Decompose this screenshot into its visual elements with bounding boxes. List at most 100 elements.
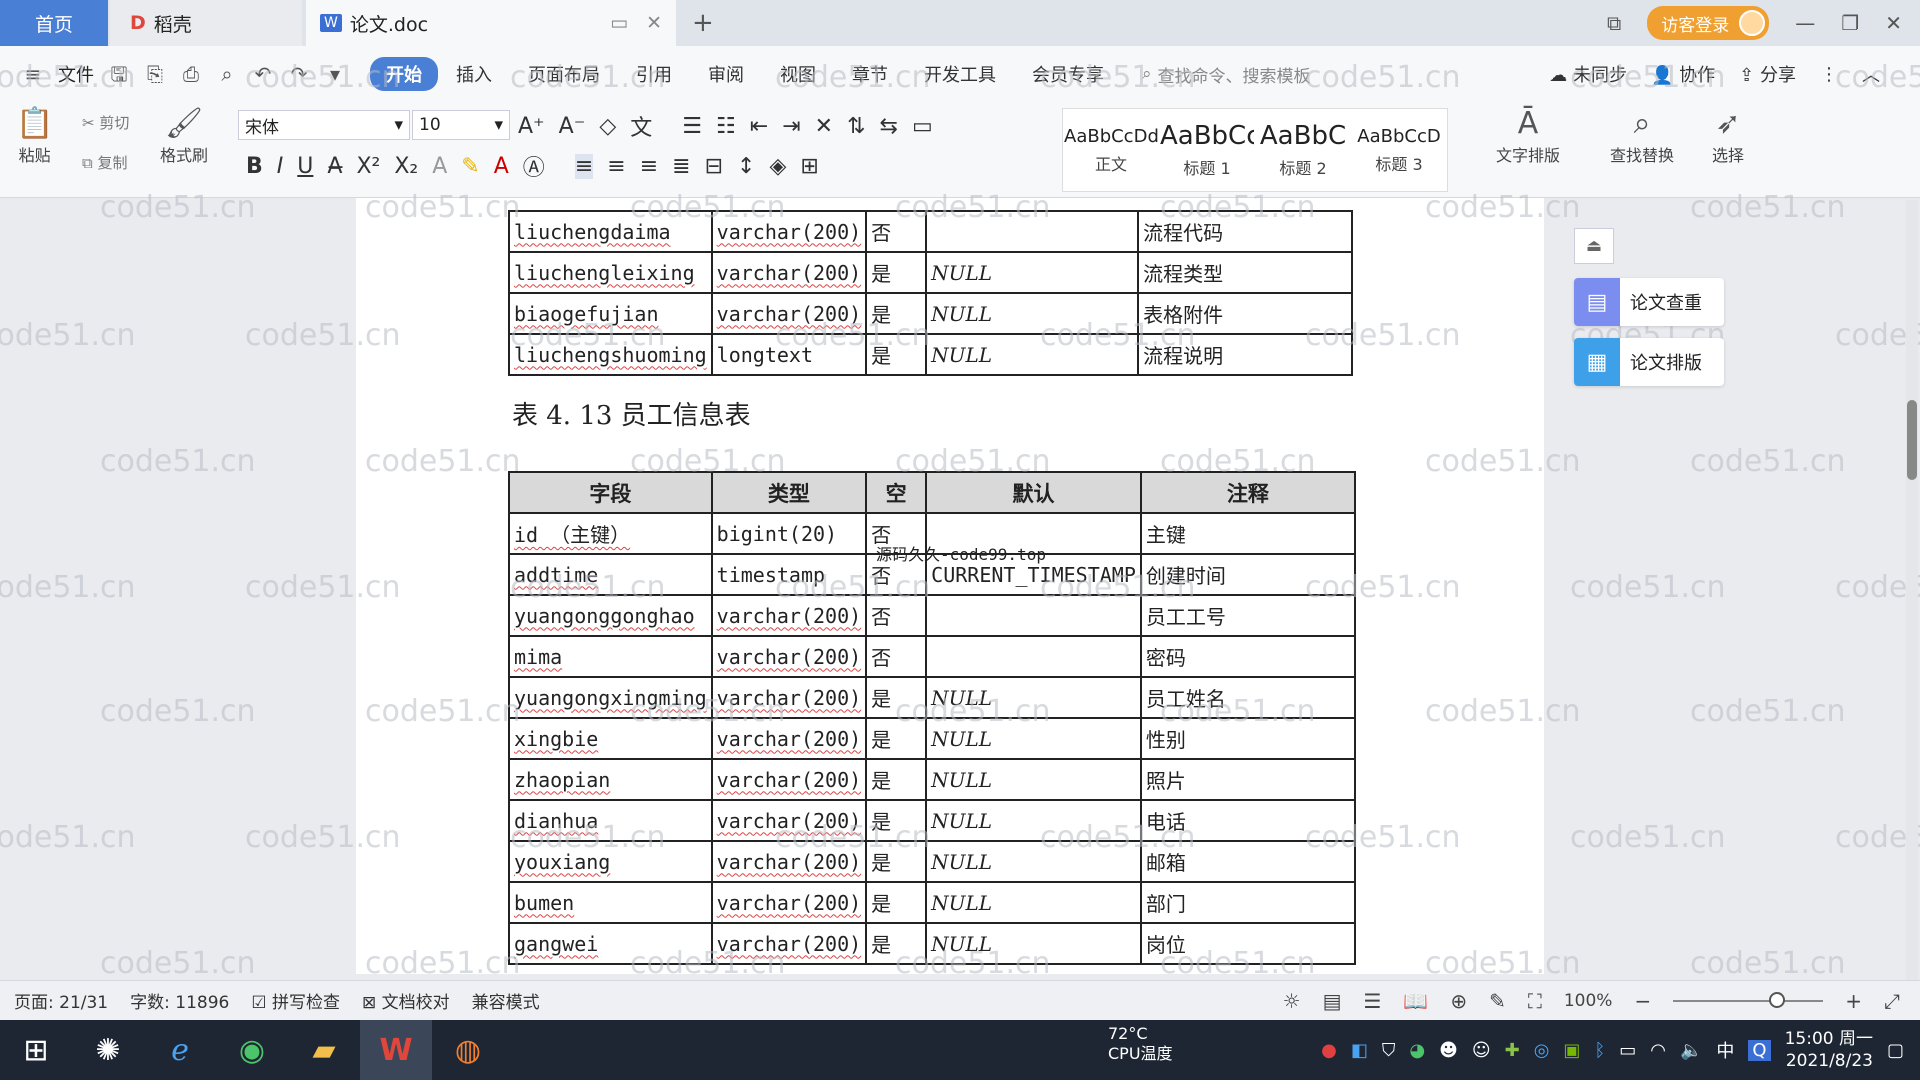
tray-antivirus-icon[interactable]: ● — [1321, 1040, 1337, 1061]
share-button[interactable]: ⇪ 分享 — [1739, 61, 1796, 87]
cell-field[interactable]: liuchengdaima — [508, 210, 713, 253]
cell-type[interactable]: varchar(200) — [710, 717, 868, 760]
shrink-font-icon[interactable]: A⁻ — [559, 114, 586, 139]
find-replace-button[interactable]: ⌕ 查找替换 — [1610, 106, 1674, 166]
strikethrough-icon[interactable]: A̶ — [327, 154, 342, 179]
cell-default[interactable]: NULL — [925, 333, 1140, 376]
cell-type[interactable]: varchar(200) — [710, 922, 868, 965]
chinese-layout-icon[interactable]: ✕ — [815, 114, 833, 139]
volume-icon[interactable]: 🔈 — [1680, 1040, 1702, 1061]
style-heading-2[interactable]: AaBbC 标题 2 — [1255, 109, 1351, 191]
ime-indicator[interactable]: 中 — [1716, 1037, 1734, 1063]
cell-comment[interactable]: 创建时间 — [1139, 553, 1356, 596]
cell-comment[interactable]: 主键 — [1139, 512, 1356, 555]
cell-null[interactable]: 是 — [865, 292, 928, 335]
pinwheel-app-icon[interactable]: ✺ — [72, 1020, 144, 1080]
align-left-icon[interactable]: ≡ — [574, 153, 594, 179]
cell-field[interactable]: youxiang — [508, 840, 713, 883]
cell-type[interactable]: varchar(200) — [710, 210, 868, 253]
bullet-list-icon[interactable]: ☰ — [682, 114, 702, 139]
zoom-slider[interactable] — [1673, 991, 1824, 1008]
cell-default[interactable]: NULL — [925, 922, 1142, 965]
cell-null[interactable]: 是 — [865, 922, 928, 965]
tab-view[interactable]: 视图 — [762, 57, 834, 91]
font-color-icon[interactable]: A — [494, 154, 509, 179]
visitor-login-button[interactable]: 访客登录 — [1647, 6, 1770, 40]
tray-settings-icon[interactable]: ◎ — [1534, 1040, 1550, 1061]
ie-browser-icon[interactable]: ℯ — [144, 1020, 216, 1080]
redo-icon[interactable]: ↷ — [288, 63, 310, 85]
paper-layout-button[interactable]: ▦ 论文排版 — [1574, 338, 1724, 386]
print-icon[interactable]: ⎙ — [180, 63, 202, 85]
cell-field[interactable]: biaogefujian — [508, 292, 713, 335]
style-normal[interactable]: AaBbCcDd 正文 — [1063, 109, 1159, 191]
collab-button[interactable]: 👤 协作 — [1651, 61, 1715, 87]
360-browser-icon[interactable]: ◉ — [216, 1020, 288, 1080]
scrollbar-thumb[interactable] — [1907, 400, 1917, 480]
command-search[interactable]: ⌕ 查找命令、搜索模板 — [1142, 62, 1311, 87]
cell-type[interactable]: varchar(200) — [710, 635, 868, 678]
zoom-level[interactable]: 100% — [1564, 991, 1613, 1011]
close-window-icon[interactable]: ✕ — [1885, 11, 1902, 35]
print-preview-icon[interactable]: ⌕ — [216, 63, 238, 85]
cell-field[interactable]: xingbie — [508, 717, 713, 760]
copy-button[interactable]: ⧉ 复制 — [82, 152, 128, 173]
highlight-icon[interactable]: ✎ — [461, 154, 479, 179]
cell-default[interactable] — [925, 210, 1140, 253]
tab-dev-tools[interactable]: 开发工具 — [906, 57, 1014, 91]
cell-null[interactable]: 否 — [865, 635, 928, 678]
clock[interactable]: 15:00 周一 2021/8/23 — [1785, 1028, 1873, 1072]
grow-font-icon[interactable]: A⁺ — [518, 114, 545, 139]
cell-null[interactable]: 是 — [865, 251, 928, 294]
font-name-select[interactable]: 宋体 ▾ — [238, 110, 410, 140]
fit-page-icon[interactable]: ⛶ — [1528, 989, 1542, 1013]
cell-default[interactable] — [925, 635, 1142, 678]
sort-icon[interactable]: ⇅ — [847, 114, 865, 139]
zoom-out-icon[interactable]: − — [1634, 989, 1651, 1013]
clear-format-icon[interactable]: ◇ — [599, 114, 616, 139]
cell-field[interactable]: yuangongxingming — [508, 676, 713, 719]
minimize-icon[interactable]: — — [1795, 11, 1815, 35]
word-count[interactable]: 字数: 11896 — [130, 988, 229, 1013]
cell-type[interactable]: varchar(200) — [710, 292, 868, 335]
page-view-icon[interactable]: ▤ — [1323, 989, 1342, 1013]
superscript-icon[interactable]: X² — [356, 154, 380, 179]
tab-page-layout[interactable]: 页面布局 — [510, 57, 618, 91]
cell-comment[interactable]: 密码 — [1139, 635, 1356, 678]
cell-type[interactable]: timestamp — [710, 553, 868, 596]
align-right-icon[interactable]: ≡ — [640, 154, 658, 179]
dropdown-icon[interactable]: ▾ — [324, 63, 346, 85]
underline-icon[interactable]: U — [297, 154, 313, 179]
cell-field[interactable]: bumen — [508, 881, 713, 924]
cell-field[interactable]: id （主键） — [508, 512, 713, 555]
file-explorer-icon[interactable]: ▰ — [288, 1020, 360, 1080]
restore-icon[interactable]: ❐ — [1841, 11, 1859, 35]
tab-home[interactable]: 首页 — [0, 0, 108, 46]
cell-null[interactable]: 否 — [865, 210, 928, 253]
vertical-scrollbar[interactable] — [1906, 200, 1918, 980]
eye-protection-icon[interactable]: ☼ — [1283, 989, 1301, 1013]
tray-qq-icon[interactable]: ☻ — [1439, 1040, 1458, 1061]
battery-icon[interactable]: ▭ — [1619, 1040, 1636, 1061]
cell-type[interactable]: varchar(200) — [710, 840, 868, 883]
cell-default[interactable]: NULL — [925, 292, 1140, 335]
cell-comment[interactable]: 流程类型 — [1137, 251, 1354, 294]
tab-document[interactable]: W 论文.doc ▭ ✕ — [306, 0, 676, 46]
cell-type[interactable]: varchar(200) — [710, 676, 868, 719]
distribute-icon[interactable]: ⊟ — [705, 154, 723, 179]
cell-field[interactable]: liuchengleixing — [508, 251, 713, 294]
cell-comment[interactable]: 员工姓名 — [1139, 676, 1356, 719]
cell-comment[interactable]: 部门 — [1139, 881, 1356, 924]
tray-gpu-icon[interactable]: ▣ — [1563, 1040, 1580, 1061]
cell-comment[interactable]: 照片 — [1139, 758, 1356, 801]
cell-type[interactable]: varchar(200) — [710, 251, 868, 294]
fullscreen-icon[interactable]: ⤢ — [1884, 989, 1900, 1013]
tray-plus-icon[interactable]: ✚ — [1505, 1040, 1520, 1061]
cell-type[interactable]: varchar(200) — [710, 881, 868, 924]
format-painter-button[interactable]: 🖌 格式刷 — [160, 106, 208, 166]
line-spacing-icon[interactable]: ↕ — [737, 154, 755, 179]
collapse-ribbon-icon[interactable]: ︿ — [1862, 61, 1880, 87]
cell-default[interactable]: NULL — [925, 717, 1142, 760]
page-indicator[interactable]: 页面: 21/31 — [14, 988, 108, 1013]
panel-collapse-button[interactable]: ⏏ — [1574, 228, 1614, 264]
